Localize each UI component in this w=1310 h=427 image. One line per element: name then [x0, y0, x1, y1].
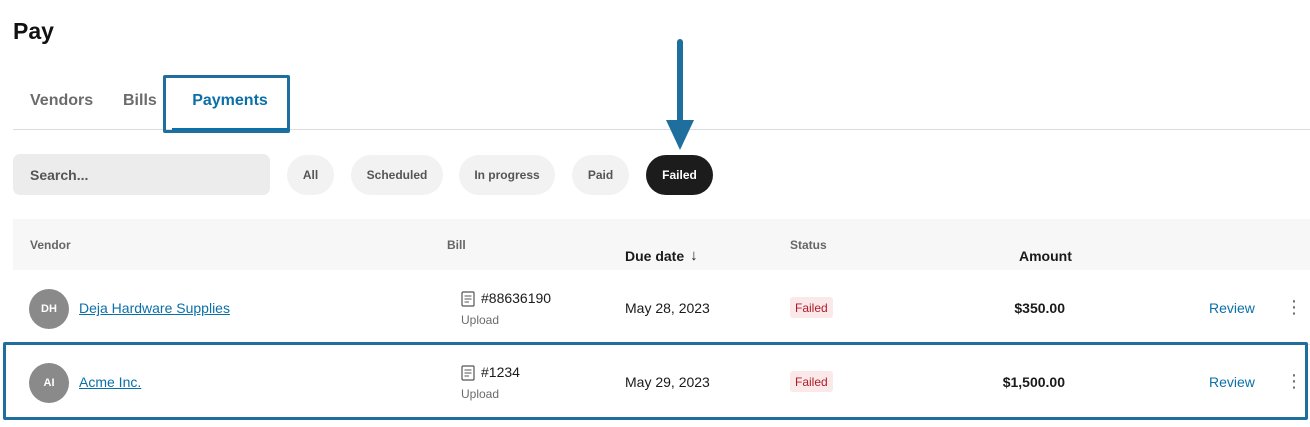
- filter-chip-in-progress[interactable]: In progress: [459, 155, 555, 195]
- table-header: Vendor Bill Due date ↓ Status Amount: [13, 219, 1310, 270]
- filter-chip-all[interactable]: All: [287, 155, 334, 195]
- receipt-icon: [461, 291, 475, 307]
- status-badge: Failed: [790, 371, 833, 392]
- column-header-bill[interactable]: Bill: [447, 238, 466, 252]
- search-input[interactable]: [13, 154, 270, 195]
- amount: $1,500.00: [1002, 374, 1065, 390]
- receipt-icon: [461, 365, 475, 381]
- tab-payments[interactable]: Payments: [172, 82, 288, 131]
- bill-source: Upload: [461, 387, 500, 401]
- vendor-link[interactable]: Deja Hardware Supplies: [79, 300, 230, 316]
- amount: $350.00: [1014, 300, 1065, 316]
- more-vertical-icon[interactable]: ⋮: [1285, 296, 1303, 318]
- tab-bills[interactable]: Bills: [123, 82, 157, 130]
- bill-number: #88636190: [481, 290, 552, 306]
- bill-number: #1234: [481, 364, 520, 380]
- column-header-amount[interactable]: Amount: [1019, 248, 1072, 264]
- due-date-header-label: Due date: [625, 248, 685, 264]
- table-row: AI Acme Inc. #1234 Upload May 29, 2023 F…: [13, 345, 1310, 419]
- table-row: DH Deja Hardware Supplies #88636190 Uplo…: [13, 271, 1310, 345]
- more-vertical-icon[interactable]: ⋮: [1285, 370, 1303, 392]
- filter-chip-paid[interactable]: Paid: [572, 155, 629, 195]
- avatar: DH: [29, 289, 69, 329]
- avatar: AI: [29, 363, 69, 403]
- status-badge: Failed: [790, 297, 833, 318]
- page-title: Pay: [13, 18, 54, 44]
- due-date: May 29, 2023: [625, 374, 710, 390]
- tab-vendors[interactable]: Vendors: [30, 82, 93, 130]
- column-header-status[interactable]: Status: [790, 238, 827, 252]
- bill-source: Upload: [461, 313, 500, 327]
- review-link[interactable]: Review: [1209, 374, 1255, 390]
- column-header-vendor[interactable]: Vendor: [30, 238, 71, 252]
- tab-bar: Vendors Bills Payments: [13, 82, 1310, 131]
- filter-chip-scheduled[interactable]: Scheduled: [351, 155, 443, 195]
- vendor-link[interactable]: Acme Inc.: [79, 374, 141, 390]
- filter-chip-failed[interactable]: Failed: [646, 155, 713, 195]
- arrow-down-icon: ↓: [690, 247, 698, 264]
- due-date: May 28, 2023: [625, 300, 710, 316]
- review-link[interactable]: Review: [1209, 300, 1255, 316]
- column-header-due-date[interactable]: Due date ↓: [625, 248, 698, 264]
